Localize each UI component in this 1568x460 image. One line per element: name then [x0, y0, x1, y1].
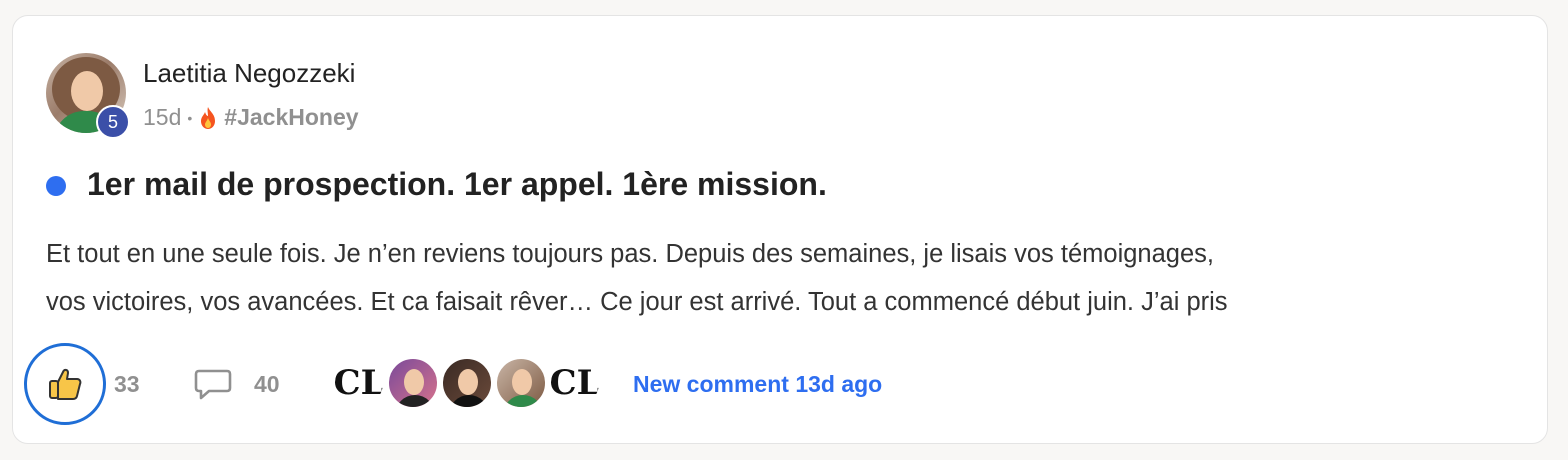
author-avatar-wrapper[interactable]: 5	[46, 53, 130, 139]
participants-list[interactable]: CL CL	[333, 357, 603, 409]
unread-indicator	[46, 176, 66, 196]
like-count: 33	[114, 371, 140, 397]
category-tag[interactable]: #JackHoney	[224, 104, 358, 131]
fire-icon	[201, 106, 216, 129]
post-age: 15d	[143, 104, 182, 130]
participant-avatar[interactable]	[495, 357, 547, 409]
thumbs-up-icon	[49, 368, 82, 400]
post-card[interactable]: 5 Laetitia Negozzeki 15d • #JackHoney 1e…	[12, 15, 1548, 444]
post-body-line: vos victoires, vos avancées. Et ca faisa…	[46, 288, 1228, 316]
comment-count: 40	[254, 371, 280, 397]
participant-avatar[interactable]: CL	[333, 357, 385, 409]
participant-avatar[interactable]	[441, 357, 493, 409]
level-badge: 5	[96, 105, 130, 139]
like-button[interactable]	[24, 343, 106, 425]
post-title[interactable]: 1er mail de prospection. 1er appel. 1ère…	[87, 166, 827, 203]
participant-avatar[interactable]	[387, 357, 439, 409]
author-name[interactable]: Laetitia Negozzeki	[143, 58, 355, 89]
meta-separator: •	[187, 109, 193, 126]
post-body[interactable]: Et tout en une seule fois. Je n’en revie…	[46, 230, 1516, 326]
post-meta: 15d • #JackHoney	[143, 104, 359, 131]
participant-avatar[interactable]: CL	[549, 357, 601, 409]
new-comment-link[interactable]: New comment 13d ago	[633, 371, 882, 398]
post-body-line: Et tout en une seule fois. Je n’en revie…	[46, 240, 1214, 268]
comment-bubble-icon[interactable]	[193, 368, 233, 402]
